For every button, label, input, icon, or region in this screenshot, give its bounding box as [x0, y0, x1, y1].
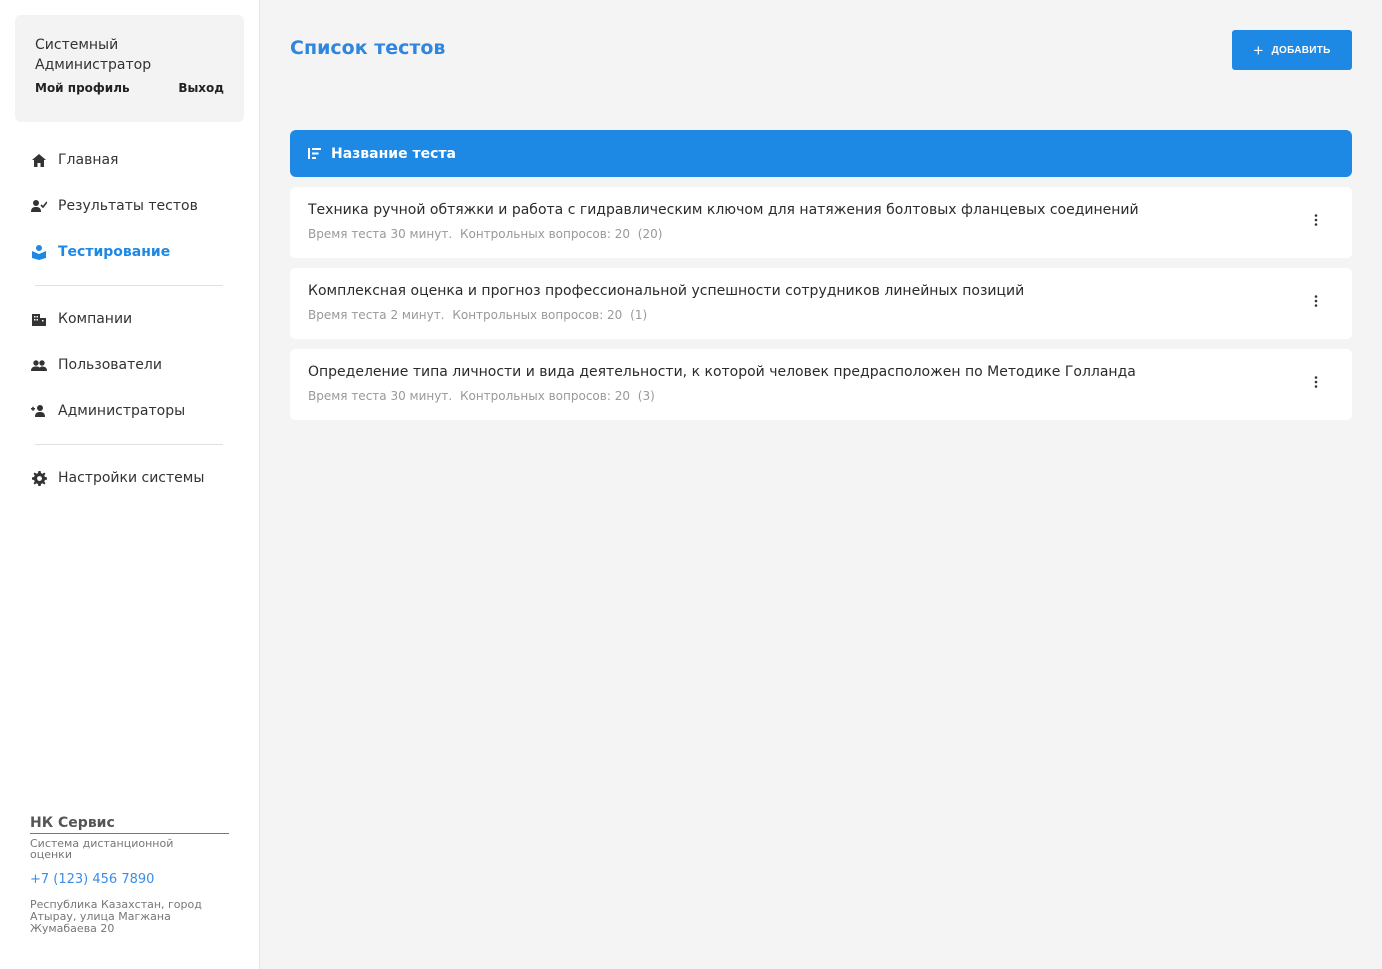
sidebar-item-results[interactable]: Результаты тестов — [0, 183, 259, 229]
main-content: Список тестов + ДОБАВИТЬ Название теста … — [260, 0, 1382, 969]
more-options-icon[interactable] — [1308, 211, 1324, 229]
sidebar-item-testing[interactable]: Тестирование — [0, 229, 259, 275]
more-options-icon[interactable] — [1308, 292, 1324, 310]
test-meta: Время теста 2 минут. Контрольных вопросо… — [308, 308, 1334, 322]
sidebar-item-label: Тестирование — [58, 244, 171, 260]
nav-divider — [35, 285, 223, 286]
test-meta: Время теста 30 минут. Контрольных вопрос… — [308, 389, 1334, 403]
sidebar-footer: НК Сервис Система дистанционной оценки +… — [30, 815, 230, 935]
add-button[interactable]: + ДОБАВИТЬ — [1232, 30, 1352, 70]
sidebar-item-label: Главная — [58, 152, 119, 168]
footer-brand: НК Сервис — [30, 815, 229, 834]
sidebar-item-label: Компании — [58, 311, 133, 327]
sidebar-item-admins[interactable]: Администраторы — [0, 388, 259, 434]
footer-phone[interactable]: +7 (123) 456 7890 — [30, 872, 230, 887]
test-questions: Контрольных вопросов: 20 — [452, 308, 623, 322]
sidebar-item-label: Пользователи — [58, 357, 162, 373]
sidebar-item-label: Администраторы — [58, 403, 186, 419]
book-reader-icon — [31, 244, 47, 260]
test-count: (1) — [630, 308, 648, 322]
admin-icon — [31, 403, 47, 419]
nav-divider — [35, 444, 223, 445]
test-title: Комплексная оценка и прогноз профессиона… — [308, 283, 1025, 299]
test-row[interactable]: Комплексная оценка и прогноз профессиона… — [290, 268, 1352, 339]
test-meta: Время теста 30 минут. Контрольных вопрос… — [308, 227, 1334, 241]
test-title: Техника ручной обтяжки и работа с гидрав… — [308, 202, 1139, 218]
app: Системный Администратор Мой профиль Выхо… — [0, 0, 1382, 969]
test-row[interactable]: Техника ручной обтяжки и работа с гидрав… — [290, 187, 1352, 258]
add-button-label: ДОБАВИТЬ — [1271, 44, 1331, 56]
test-questions: Контрольных вопросов: 20 — [459, 227, 630, 241]
profile-name: Системный Администратор — [35, 37, 152, 73]
user-check-icon — [31, 198, 47, 214]
sidebar-nav: Главная Результаты тестов Тестирование К — [0, 137, 259, 501]
test-count: (20) — [637, 227, 663, 241]
my-profile-link[interactable]: Мой профиль — [35, 81, 130, 95]
sidebar-item-settings[interactable]: Настройки системы — [0, 455, 259, 501]
sidebar-item-companies[interactable]: Компании — [0, 296, 259, 342]
profile-card: Системный Администратор Мой профиль Выхо… — [15, 15, 244, 122]
footer-subtitle: Система дистанционной оценки — [30, 837, 174, 861]
column-header-test-name[interactable]: Название теста — [290, 130, 1352, 177]
sidebar-item-label: Результаты тестов — [58, 198, 198, 214]
test-title: Определение типа личности и вида деятель… — [308, 364, 1136, 380]
sidebar-item-home[interactable]: Главная — [0, 137, 259, 183]
building-icon — [31, 311, 47, 327]
profile-links: Мой профиль Выход — [35, 81, 224, 95]
column-header-label: Название теста — [331, 145, 456, 162]
gear-icon — [31, 470, 47, 486]
footer-address: Республика Казахстан, город Атырау, улиц… — [30, 898, 202, 935]
sort-icon — [308, 148, 321, 159]
page-title: Список тестов — [290, 37, 446, 59]
plus-icon: + — [1253, 40, 1264, 60]
more-options-icon[interactable] — [1308, 373, 1324, 391]
sidebar-item-users[interactable]: Пользователи — [0, 342, 259, 388]
test-time: Время теста 30 минут. — [308, 389, 453, 403]
test-count: (3) — [637, 389, 655, 403]
sidebar: Системный Администратор Мой профиль Выхо… — [0, 0, 260, 969]
test-time: Время теста 30 минут. — [308, 227, 453, 241]
test-row[interactable]: Определение типа личности и вида деятель… — [290, 349, 1352, 420]
sidebar-item-label: Настройки системы — [58, 470, 205, 486]
test-list: Техника ручной обтяжки и работа с гидрав… — [290, 187, 1352, 430]
test-questions: Контрольных вопросов: 20 — [459, 389, 630, 403]
test-time: Время теста 2 минут. — [308, 308, 445, 322]
home-icon — [31, 152, 47, 168]
users-icon — [31, 357, 47, 373]
logout-link[interactable]: Выход — [178, 81, 224, 95]
